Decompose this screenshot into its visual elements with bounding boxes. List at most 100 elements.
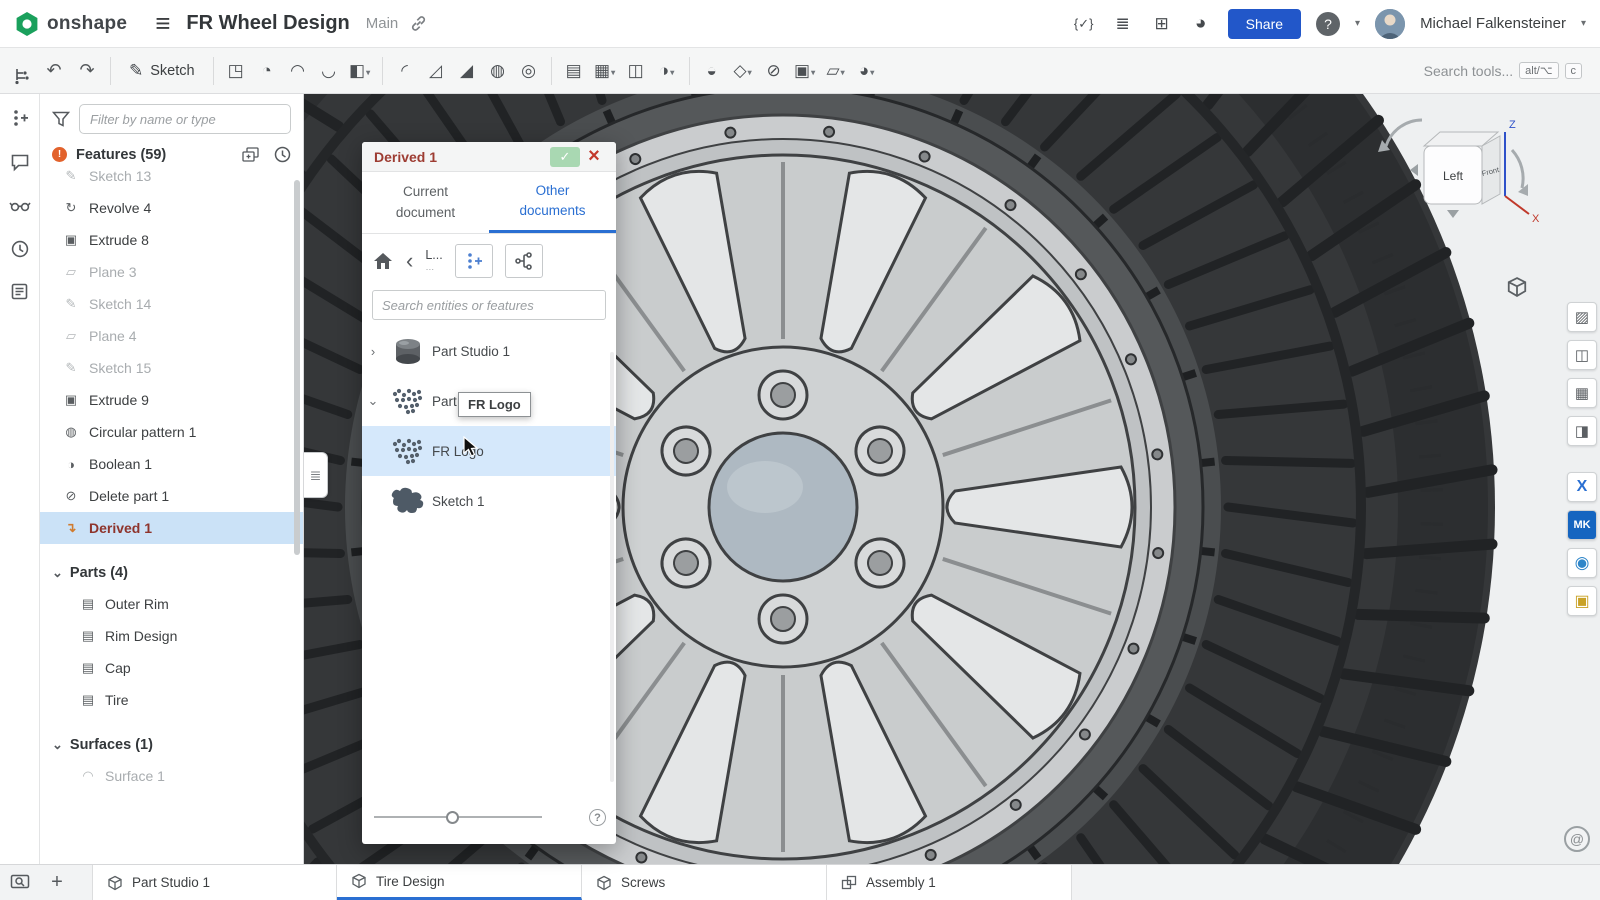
user-name[interactable]: Michael Falkensteiner [1420, 15, 1566, 32]
dialog-scrollbar[interactable] [610, 352, 614, 782]
versions-icon[interactable]: {✓} [1072, 16, 1096, 32]
x-app-icon[interactable]: X [1567, 472, 1597, 502]
dialog-help-icon[interactable]: ? [589, 809, 606, 826]
dialog-title-bar[interactable]: Derived 1 ✓ × [362, 142, 616, 172]
tool-transform[interactable]: ◇▾ [729, 56, 757, 86]
default-view-icon[interactable] [1504, 274, 1530, 300]
tool-chamfer[interactable]: ◿ [422, 56, 450, 86]
part-item-outer-rim[interactable]: ▤Outer Rim [40, 588, 303, 620]
mk-app-icon[interactable]: MK [1567, 510, 1597, 540]
main-menu-icon[interactable]: ≡ [155, 8, 170, 39]
feature-item-circular-pattern-1[interactable]: ◍Circular pattern 1 [40, 416, 303, 448]
feature-item-delete-part-1[interactable]: ⊘Delete part 1 [40, 480, 303, 512]
parts-section-header[interactable]: ⌄ Parts (4) [40, 558, 303, 588]
tab-screws[interactable]: Screws [582, 865, 827, 900]
tool-draft[interactable]: ◢ [453, 56, 481, 86]
history-icon[interactable] [11, 240, 29, 258]
redo-button[interactable]: ↷ [72, 60, 102, 81]
notes-icon[interactable] [10, 282, 29, 301]
undo-button[interactable]: ↶ [39, 60, 69, 81]
view-cube[interactable]: Left Front Z X [1362, 108, 1542, 258]
sketch-button[interactable]: ✎ Sketch [119, 57, 205, 85]
render-studio-icon[interactable]: ▨ [1567, 302, 1597, 332]
feature-list-toggle[interactable] [8, 56, 36, 86]
cancel-button[interactable]: × [580, 146, 608, 168]
tools-app-icon[interactable]: ◨ [1567, 416, 1597, 446]
share-link-icon[interactable] [410, 15, 427, 32]
cad-app-icon[interactable]: ◫ [1567, 340, 1597, 370]
tab-current-document[interactable]: Current document [362, 172, 489, 233]
chevron-right-icon[interactable]: › [362, 344, 384, 359]
breadcrumb[interactable]: L... … [425, 249, 442, 273]
apps-grid-icon[interactable]: ⊞ [1150, 14, 1174, 34]
feature-item-sketch-15[interactable]: ✎Sketch 15 [40, 352, 303, 384]
chevron-down-icon[interactable]: ⌄ [362, 393, 384, 409]
help-caret-icon[interactable]: ▾ [1355, 18, 1360, 29]
comments-icon[interactable] [10, 152, 30, 172]
configurations-icon[interactable] [10, 108, 30, 128]
tool-split[interactable]: ◒ [698, 56, 726, 86]
tool-boolean[interactable]: ◑▾ [653, 56, 681, 86]
tool-surface[interactable]: ◕▾ [853, 56, 881, 86]
tree-item-fr-logo[interactable]: FR Logo [362, 426, 616, 476]
tool-hole[interactable]: ◎ [515, 56, 543, 86]
feature-item-plane-3[interactable]: ▱Plane 3 [40, 256, 303, 288]
thumbnail-size-slider-handle[interactable] [446, 811, 459, 824]
accept-button[interactable]: ✓ [550, 147, 580, 167]
tool-delete-face[interactable]: ⊘ [760, 56, 788, 86]
tool-linear-pattern[interactable]: ▦▾ [591, 56, 619, 86]
surface-item-surface-1[interactable]: ◠Surface 1 [40, 760, 303, 792]
panel-drag-handle[interactable]: ≣ [304, 452, 328, 498]
search-tools[interactable]: Search tools... alt/⌥ c [1424, 62, 1592, 79]
part-item-rim-design[interactable]: ▤Rim Design [40, 620, 303, 652]
feature-item-extrude-9[interactable]: ▣Extrude 9 [40, 384, 303, 416]
new-tab-button[interactable]: + [40, 865, 74, 900]
feature-panel-scrollbar[interactable] [294, 180, 300, 555]
filter-input[interactable] [79, 104, 291, 134]
tab-other-documents[interactable]: Other documents [489, 172, 616, 233]
tool-extrude[interactable]: ◳ [222, 56, 250, 86]
help-icon[interactable]: ? [1316, 12, 1340, 36]
feature-item-derived-1[interactable]: ↴Derived 1 [40, 512, 303, 544]
feature-item-sketch-13[interactable]: ✎Sketch 13 [40, 169, 303, 192]
feature-item-plane-4[interactable]: ▱Plane 4 [40, 320, 303, 352]
layers-app-icon[interactable]: ▦ [1567, 378, 1597, 408]
home-icon[interactable] [372, 251, 394, 271]
entity-search-input[interactable] [372, 290, 606, 320]
tool-shell[interactable]: ◍ [484, 56, 512, 86]
tool-loft[interactable]: ◡ [315, 56, 343, 86]
tool-mirror[interactable]: ◫ [622, 56, 650, 86]
user-avatar[interactable] [1375, 9, 1405, 39]
tab-part-studio-1[interactable]: Part Studio 1 [92, 865, 337, 900]
onshape-logo[interactable]: onshape [14, 11, 127, 37]
tree-item-sketch-1[interactable]: Sketch 1 [362, 476, 616, 526]
tool-rib[interactable]: ▤ [560, 56, 588, 86]
feature-item-boolean-1[interactable]: ◑Boolean 1 [40, 448, 303, 480]
tree-item-part-studio-1[interactable]: › Part Studio 1 [362, 326, 616, 376]
tab-assembly-1[interactable]: Assembly 1 [827, 865, 1072, 900]
feature-item-sketch-14[interactable]: ✎Sketch 14 [40, 288, 303, 320]
duplicate-icon[interactable] [242, 147, 259, 162]
globe-app-icon[interactable]: ◉ [1567, 548, 1597, 578]
filter-funnel-icon[interactable] [52, 111, 70, 127]
derive-branch-button[interactable] [505, 244, 543, 278]
tool-revolve[interactable]: ◔ [253, 56, 281, 86]
part-item-tire[interactable]: ▤Tire [40, 684, 303, 716]
document-list-icon[interactable]: ≣ [1111, 14, 1135, 34]
tab-tire-design[interactable]: Tire Design [337, 865, 582, 900]
tool-thicken[interactable]: ◧▾ [346, 56, 374, 86]
part-item-cap[interactable]: ▤Cap [40, 652, 303, 684]
rollback-history-icon[interactable] [274, 146, 291, 163]
tab-manager-icon[interactable] [0, 865, 40, 900]
tool-fillet[interactable]: ◜ [391, 56, 419, 86]
surfaces-section-header[interactable]: ⌄ Surfaces (1) [40, 730, 303, 760]
feature-item-revolve-4[interactable]: ↻Revolve 4 [40, 192, 303, 224]
tool-modify-fillet[interactable]: ▣▾ [791, 56, 819, 86]
feature-item-extrude-8[interactable]: ▣Extrude 8 [40, 224, 303, 256]
user-caret-icon[interactable]: ▾ [1581, 18, 1586, 29]
usage-pie-icon[interactable]: ◕ [1189, 13, 1213, 35]
box-app-icon[interactable]: ▣ [1567, 586, 1597, 616]
tool-sweep[interactable]: ◠ [284, 56, 312, 86]
insert-configured-button[interactable] [455, 244, 493, 278]
share-button[interactable]: Share [1228, 9, 1301, 39]
